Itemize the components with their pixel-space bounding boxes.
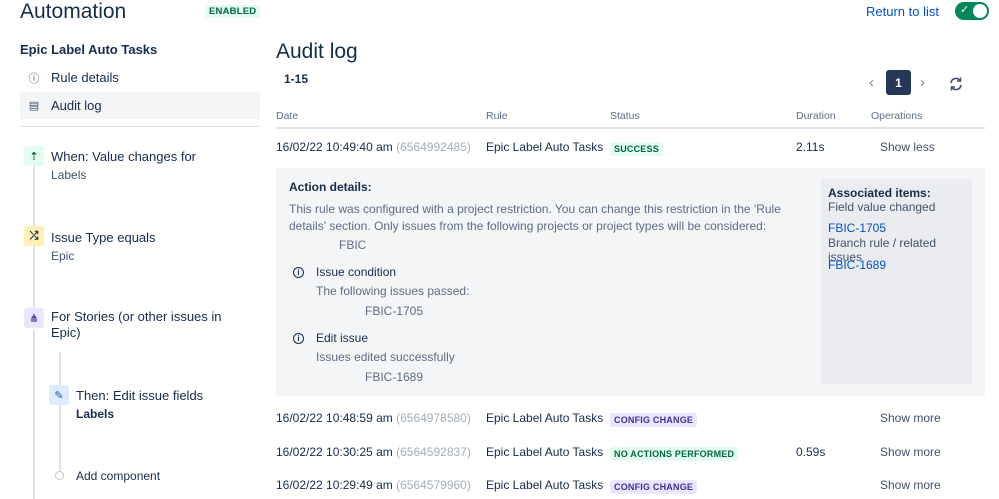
step-subtitle: Labels xyxy=(51,168,87,182)
details-project: FBIC xyxy=(339,238,367,252)
info-icon: i xyxy=(293,267,304,278)
branch-connector xyxy=(59,352,61,477)
step-title: Issue Type equals xyxy=(51,230,156,245)
associated-group-label: Field value changed xyxy=(828,200,936,214)
detail-item-desc: The following issues passed: xyxy=(316,284,470,298)
page-title: Audit log xyxy=(276,40,358,63)
status-badge: CONFIG CHANGE xyxy=(610,480,698,494)
row-rule: Epic Label Auto Tasks xyxy=(486,140,604,154)
rule-sidebar: Epic Label Auto Tasks ⓘ Rule details ▤ A… xyxy=(20,40,260,499)
row-date: 16/02/22 10:29:49 am (6564579960) xyxy=(276,478,471,492)
row-date: 16/02/22 10:30:25 am (6564592837) xyxy=(276,445,471,459)
flow-connector xyxy=(33,166,35,226)
associated-items-box: Associated items: Field value changed FB… xyxy=(821,179,972,384)
row-duration: 0.59s xyxy=(796,445,826,459)
info-icon: i xyxy=(293,333,304,344)
page-1-button[interactable]: 1 xyxy=(886,70,911,95)
info-icon: ⓘ xyxy=(28,72,40,85)
table-row: 16/02/22 10:30:25 am (6564592837) Epic L… xyxy=(276,437,985,467)
sidebar-item-rule-details[interactable]: ⓘ Rule details xyxy=(20,64,260,91)
flow-connector xyxy=(33,246,35,310)
row-execution-id: (6564978580) xyxy=(396,411,471,425)
row-execution-id: (6564992485) xyxy=(396,140,471,154)
status-badge: SUCCESS xyxy=(610,142,663,156)
step-title: Then: Edit issue fields xyxy=(76,388,204,403)
add-component-dot xyxy=(55,471,64,480)
associated-issue-link[interactable]: FBIC-1689 xyxy=(828,258,886,272)
row-duration: 2.11s xyxy=(796,140,825,154)
row-execution-id: (6564579960) xyxy=(396,478,471,492)
detail-item-title: Issue condition xyxy=(316,265,397,279)
row-rule: Epic Label Auto Tasks xyxy=(486,411,604,425)
row-execution-id: (6564592837) xyxy=(396,445,471,459)
row-rule: Epic Label Auto Tasks xyxy=(486,445,604,459)
shuffle-icon: ⤮ xyxy=(24,226,44,246)
action-details-panel: Action details: This rule was configured… xyxy=(276,168,985,396)
chevron-left-icon[interactable]: ‹ xyxy=(869,74,874,91)
associated-issue-link[interactable]: FBIC-1705 xyxy=(828,221,886,235)
row-date: 16/02/22 10:48:59 am (6564978580) xyxy=(276,411,471,425)
detail-item-issue: FBIC-1689 xyxy=(365,370,424,384)
step-title-line2: Epic) xyxy=(51,325,81,340)
status-badge: CONFIG CHANGE xyxy=(610,413,698,427)
table-row: 16/02/22 10:29:49 am (6564579960) Epic L… xyxy=(276,470,985,499)
result-range: 1-15 xyxy=(284,72,309,86)
details-title: Action details: xyxy=(289,180,372,194)
column-header-duration: Duration xyxy=(796,110,836,122)
show-more-button[interactable]: Show more xyxy=(880,445,941,459)
pencil-icon: ✎ xyxy=(49,385,69,405)
column-header-rule: Rule xyxy=(486,110,508,122)
step-title: When: Value changes for xyxy=(51,149,197,164)
show-more-button[interactable]: Show more xyxy=(880,478,941,492)
refresh-icon[interactable] xyxy=(948,76,964,92)
detail-item-desc: Issues edited successfully xyxy=(316,350,455,364)
step-title: For Stories (or other issues in xyxy=(51,309,222,324)
rule-name: Epic Label Auto Tasks xyxy=(20,42,158,57)
step-subtitle: Epic xyxy=(51,249,75,263)
details-message: This rule was configured with a project … xyxy=(289,202,781,233)
sidebar-divider xyxy=(20,126,260,127)
document-icon: ▤ xyxy=(28,100,40,112)
add-component-button[interactable]: Add component xyxy=(76,468,160,484)
audit-log-panel: Audit log 1-15 ‹ 1 › Date Rule Status Du… xyxy=(276,0,999,499)
detail-item-issue: FBIC-1705 xyxy=(365,304,424,318)
branch-icon: ⋔ xyxy=(24,308,44,328)
show-less-button[interactable]: Show less xyxy=(880,140,935,154)
associated-items-title: Associated items: xyxy=(828,186,931,200)
row-date: 16/02/22 10:49:40 am (6564992485) xyxy=(276,140,471,154)
app-title: Automation xyxy=(20,0,127,23)
detail-item-title: Edit issue xyxy=(316,331,369,345)
flow-connector xyxy=(33,330,35,499)
trigger-icon: ⇡ xyxy=(24,146,44,166)
show-more-button[interactable]: Show more xyxy=(880,411,941,425)
column-header-date: Date xyxy=(276,110,299,122)
enabled-badge: ENABLED xyxy=(205,5,261,18)
column-header-status: Status xyxy=(610,110,640,122)
sidebar-item-audit-log[interactable]: ▤ Audit log xyxy=(20,92,260,119)
step-subtitle: Labels xyxy=(76,407,115,421)
sidebar-item-label: Rule details xyxy=(51,70,119,85)
header-divider xyxy=(276,127,985,129)
chevron-right-icon[interactable]: › xyxy=(920,74,925,91)
status-badge: NO ACTIONS PERFORMED xyxy=(610,447,739,461)
row-rule: Epic Label Auto Tasks xyxy=(486,478,604,492)
column-header-operations: Operations xyxy=(871,110,923,122)
table-row: 16/02/22 10:48:59 am (6564978580) Epic L… xyxy=(276,403,985,433)
sidebar-item-label: Audit log xyxy=(51,98,102,113)
table-row: 16/02/22 10:49:40 am (6564992485) Epic L… xyxy=(276,132,985,162)
